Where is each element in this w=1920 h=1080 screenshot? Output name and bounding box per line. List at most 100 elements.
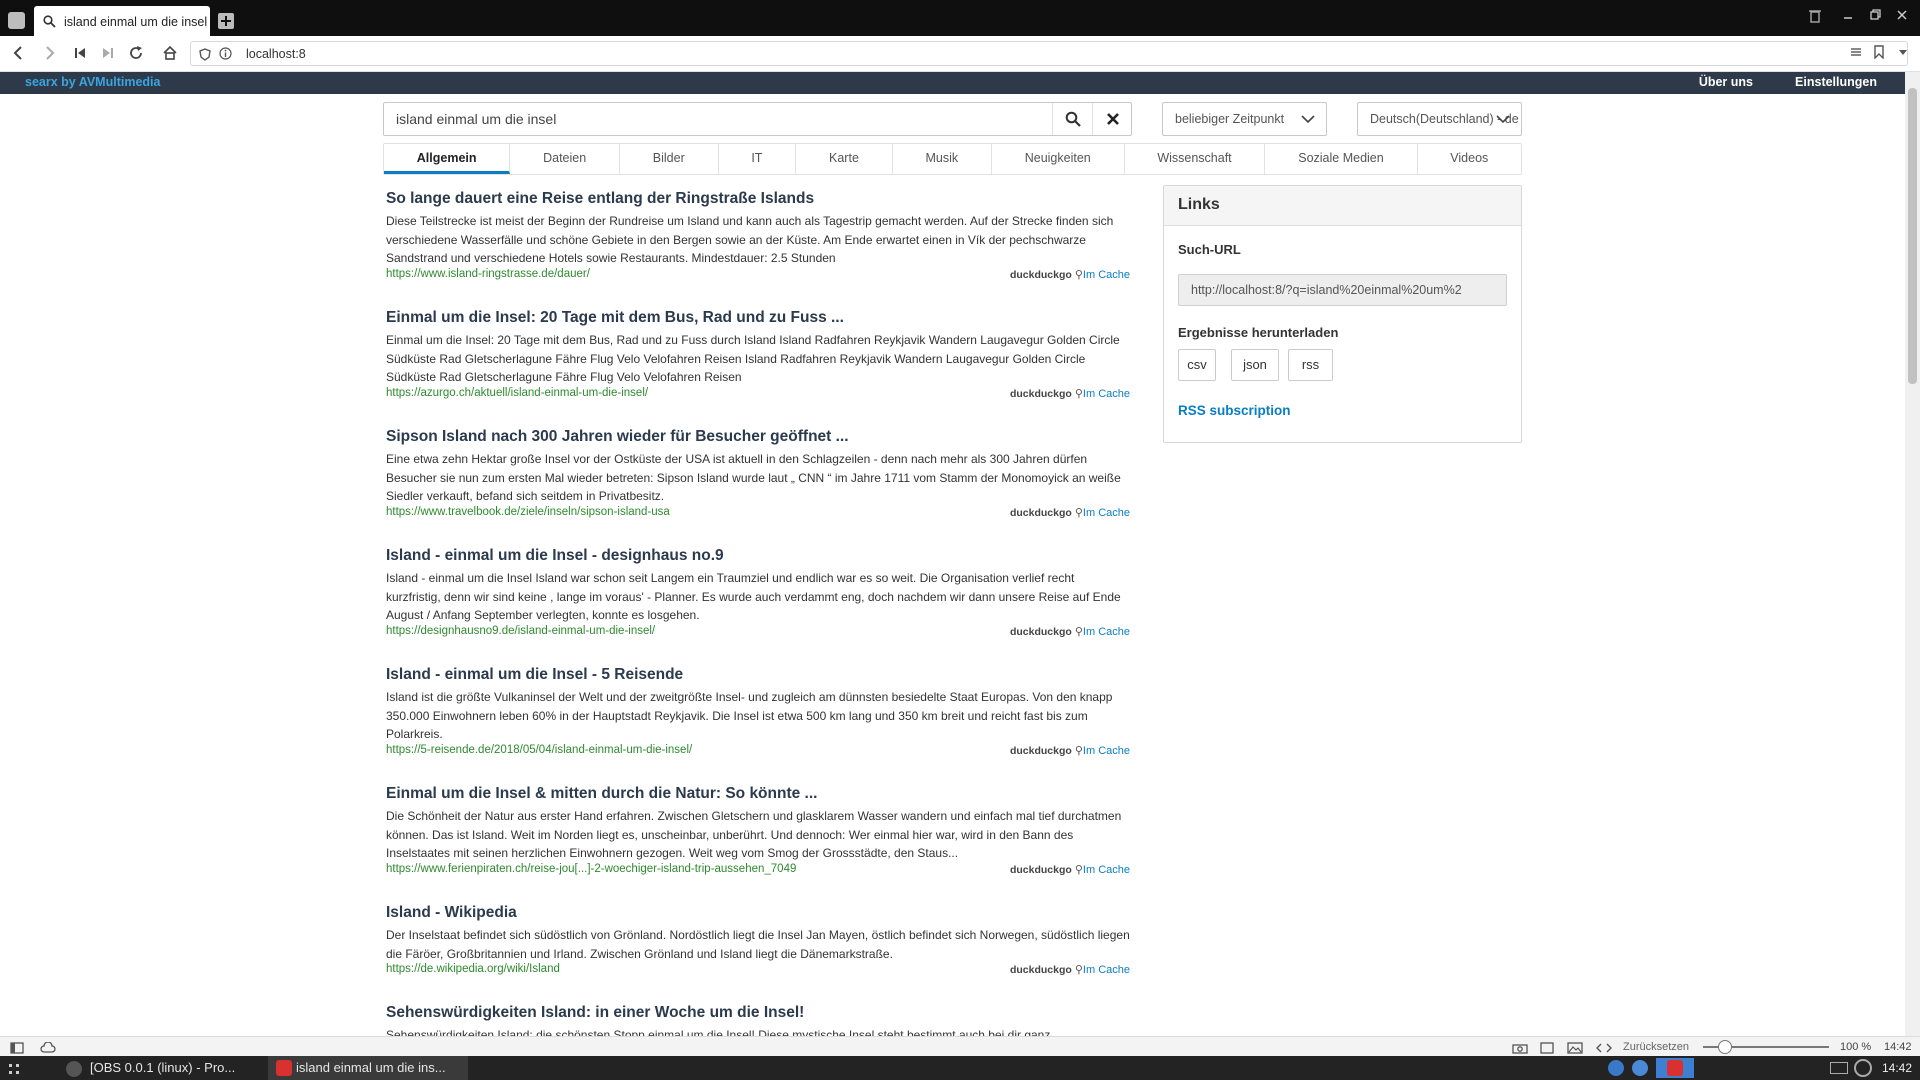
os-taskbar: [OBS 0.0.1 (linux) - Pro... island einma… [0, 1056, 1920, 1080]
reader-icon[interactable] [1849, 45, 1863, 64]
forward-icon[interactable] [42, 45, 58, 66]
result-meta: duckduckgo ⚲Im Cache [1010, 387, 1130, 400]
search-url-label: Such-URL [1178, 242, 1241, 257]
restore-icon[interactable] [1869, 8, 1881, 26]
link-icon: ⚲ [1074, 964, 1083, 976]
clear-search-button[interactable] [1092, 103, 1132, 135]
language-select[interactable]: Deutsch(Deutschland) - de [1357, 102, 1522, 136]
result-title-link[interactable]: Einmal um die Insel & mitten durch die N… [386, 785, 1130, 803]
address-bar[interactable]: localhost:8 [190, 41, 1908, 66]
links-panel-title: Links [1164, 186, 1521, 226]
taskbar-clock: 14:42 [1881, 1061, 1912, 1075]
link-icon: ⚲ [1074, 626, 1083, 638]
home-icon[interactable] [162, 45, 178, 66]
link-icon: ⚲ [1074, 269, 1083, 281]
apps-menu-icon[interactable] [8, 1062, 20, 1080]
tab-bilder[interactable]: Bilder [620, 144, 719, 174]
search-button[interactable] [1052, 103, 1092, 135]
download-csv-button[interactable]: csv [1178, 349, 1216, 381]
tab-allgemein[interactable]: Allgemein [384, 144, 511, 174]
close-icon[interactable] [1896, 8, 1908, 26]
search-box [383, 102, 1132, 136]
result-item: Sipson Island nach 300 Jahren wieder für… [386, 428, 1130, 519]
result-snippet: Sehenswürdigkeiten Island: die schönsten… [386, 1028, 1051, 1036]
result-meta: duckduckgo ⚲Im Cache [1010, 744, 1130, 757]
rss-subscription-link[interactable]: RSS subscription [1178, 403, 1291, 418]
zoom-slider-handle[interactable] [1718, 1040, 1732, 1054]
result-snippet: Der Inselstaat befindet sich südöstlich … [386, 928, 1130, 961]
tab-wissenschaft[interactable]: Wissenschaft [1125, 144, 1266, 174]
link-icon: ⚲ [1074, 745, 1083, 757]
keyboard-icon[interactable] [1830, 1062, 1848, 1074]
result-item: Island - einmal um die Insel - 5 Reisend… [386, 666, 1130, 757]
browser-tab[interactable]: island einmal um die insel [34, 6, 210, 36]
fast-forward-icon[interactable] [101, 45, 115, 66]
update-icon[interactable] [1632, 1060, 1648, 1076]
page-scrollbar[interactable] [1905, 72, 1920, 1036]
result-item: Island - einmal um die Insel - designhau… [386, 547, 1130, 638]
tab-videos[interactable]: Videos [1418, 144, 1522, 174]
obs-icon [66, 1060, 82, 1077]
shield-icon[interactable] [199, 48, 211, 66]
site-header: searx by AVMultimedia Über uns Einstellu… [0, 72, 1905, 94]
search-input[interactable] [394, 110, 1034, 128]
info-icon[interactable] [219, 47, 232, 65]
tab-it[interactable]: IT [719, 144, 797, 174]
site-brand-link[interactable]: searx by AVMultimedia [25, 75, 160, 89]
link-icon: ⚲ [1074, 388, 1083, 400]
result-title-link[interactable]: Sipson Island nach 300 Jahren wieder für… [386, 428, 1130, 446]
search-url-field[interactable]: http://localhost:8/?q=island%20einmal%20… [1178, 274, 1507, 306]
tab-musik[interactable]: Musik [893, 144, 992, 174]
result-title-link[interactable]: Island - einmal um die Insel - 5 Reisend… [386, 666, 1130, 684]
tab-dateien[interactable]: Dateien [510, 144, 620, 174]
cache-link[interactable]: Im Cache [1083, 745, 1130, 757]
taskbar-item-obs[interactable]: [OBS 0.0.1 (linux) - Pro... [66, 1056, 235, 1080]
cache-link[interactable]: Im Cache [1083, 269, 1130, 281]
network-icon[interactable] [1608, 1060, 1624, 1076]
result-snippet: Island ist die größte Vulkaninsel der We… [386, 690, 1113, 741]
scrollbar-thumb[interactable] [1908, 88, 1917, 384]
rewind-icon[interactable] [73, 45, 87, 66]
result-meta: duckduckgo ⚲Im Cache [1010, 506, 1130, 519]
download-rss-button[interactable]: rss [1288, 349, 1333, 381]
cache-link[interactable]: Im Cache [1083, 626, 1130, 638]
taskbar-item-label: [OBS 0.0.1 (linux) - Pro... [90, 1060, 236, 1075]
about-link[interactable]: Über uns [1699, 75, 1753, 89]
minimize-icon[interactable] [1842, 8, 1854, 26]
browser-icon [1667, 1060, 1683, 1076]
new-tab-icon[interactable] [218, 13, 234, 29]
cache-link[interactable]: Im Cache [1083, 964, 1130, 976]
tab-neuigkeiten[interactable]: Neuigkeiten [992, 144, 1125, 174]
result-title-link[interactable]: Sehenswürdigkeiten Island: in einer Woch… [386, 1004, 1130, 1022]
result-title-link[interactable]: Einmal um die Insel: 20 Tage mit dem Bus… [386, 309, 1130, 327]
browser-menu-icon[interactable] [8, 12, 25, 29]
cache-link[interactable]: Im Cache [1083, 507, 1130, 519]
browser-status-bar: Zurücksetzen 100 % 14:42 [0, 1036, 1920, 1056]
result-snippet: Diese Teilstrecke ist meist der Beginn d… [386, 214, 1114, 265]
result-item: Island - Wikipedia Der Inselstaat befind… [386, 904, 1130, 976]
result-title-link[interactable]: Island - Wikipedia [386, 904, 1130, 922]
link-icon: ⚲ [1074, 864, 1083, 876]
dropdown-icon[interactable] [1897, 45, 1909, 64]
result-title-link[interactable]: So lange dauert eine Reise entlang der R… [386, 190, 1130, 208]
power-icon[interactable] [1854, 1059, 1872, 1077]
cache-link[interactable]: Im Cache [1083, 864, 1130, 876]
tab-soziale-medien[interactable]: Soziale Medien [1265, 144, 1418, 174]
result-meta: duckduckgo ⚲Im Cache [1010, 963, 1130, 976]
preferences-link[interactable]: Einstellungen [1795, 75, 1877, 89]
reload-icon[interactable] [128, 45, 144, 66]
tab-karte[interactable]: Karte [796, 144, 893, 174]
download-label: Ergebnisse herunterladen [1178, 325, 1339, 340]
chevron-down-icon [1300, 113, 1316, 128]
download-json-button[interactable]: json [1231, 349, 1279, 381]
zoom-reset-button[interactable]: Zurücksetzen [1623, 1041, 1689, 1053]
back-icon[interactable] [10, 45, 26, 66]
result-title-link[interactable]: Island - einmal um die Insel - designhau… [386, 547, 1130, 565]
cache-link[interactable]: Im Cache [1083, 388, 1130, 400]
taskbar-item-browser[interactable]: island einmal um die ins... [268, 1056, 468, 1080]
time-range-select[interactable]: beliebiger Zeitpunkt [1162, 102, 1327, 136]
trash-icon[interactable] [1808, 8, 1822, 29]
bookmark-icon[interactable] [1873, 45, 1885, 64]
active-app-indicator[interactable] [1656, 1058, 1694, 1078]
taskbar-item-label: island einmal um die ins... [296, 1060, 446, 1075]
